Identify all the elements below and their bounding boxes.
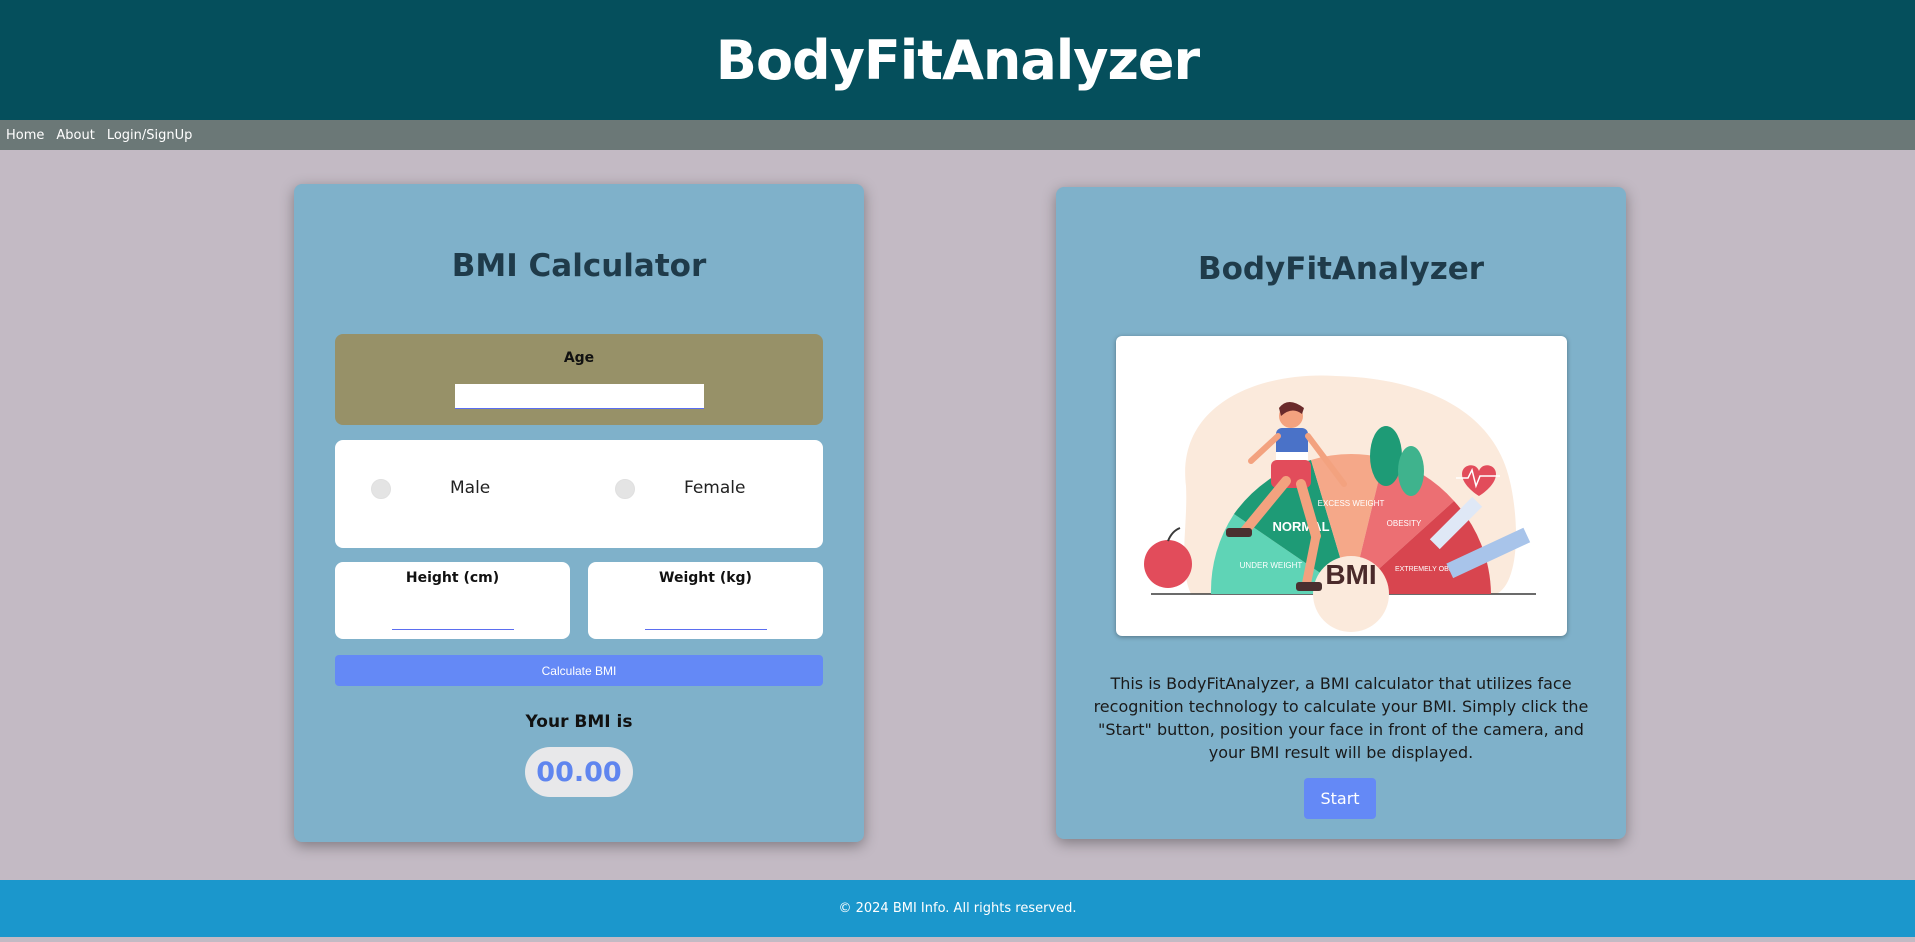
bmi-calculator-card: BMI Calculator Age Male Female Height (c… — [294, 184, 864, 842]
gender-section: Male Female — [335, 440, 823, 548]
analyzer-title: BodyFitAnalyzer — [1197, 251, 1485, 287]
height-label: Height (cm) — [405, 570, 500, 586]
gauge-excess-label: EXCESS WEIGHT — [1318, 499, 1385, 508]
nav-login-signup-link[interactable]: Login/SignUp — [107, 128, 193, 143]
weight-input[interactable] — [645, 612, 767, 630]
bmi-result-label: Your BMI is — [525, 712, 633, 732]
start-button[interactable]: Start — [1304, 778, 1376, 819]
weight-section: Weight (kg) — [588, 562, 823, 639]
bmi-illustration: BMI UNDER WEIGHT NORMAL EXCESS WEIGHT OB… — [1116, 336, 1567, 636]
analyzer-card: BodyFitAnalyzer BMI UNDER WEIGHT NORMAL … — [1056, 187, 1626, 839]
analyzer-description: This is BodyFitAnalyzer, a BMI calculato… — [1093, 674, 1589, 762]
calculate-bmi-button[interactable]: Calculate BMI — [335, 655, 823, 686]
bmi-result-value: 00.00 — [525, 747, 633, 797]
gauge-obesity-label: OBESITY — [1387, 519, 1422, 528]
male-label[interactable]: Male — [450, 478, 490, 498]
svg-text:UNDER WEIGHT: UNDER WEIGHT — [1240, 561, 1303, 570]
calculator-title: BMI Calculator — [451, 248, 707, 284]
gauge-center-label: BMI — [1325, 559, 1376, 590]
nav-about-link[interactable]: About — [56, 128, 94, 143]
weight-label: Weight (kg) — [659, 570, 752, 586]
height-section: Height (cm) — [335, 562, 570, 639]
female-label[interactable]: Female — [684, 478, 745, 498]
bottom-strip — [0, 937, 1915, 942]
age-label: Age — [563, 350, 595, 366]
site-header: BodyFitAnalyzer — [0, 0, 1915, 120]
gauge-normal-label: NORMAL — [1272, 519, 1329, 534]
footer-copyright: © 2024 BMI Info. All rights reserved. — [838, 901, 1077, 916]
female-radio[interactable] — [615, 479, 635, 499]
site-footer: © 2024 BMI Info. All rights reserved. — [0, 880, 1915, 937]
bmi-gauge-illustration: BMI UNDER WEIGHT NORMAL EXCESS WEIGHT OB… — [1144, 375, 1536, 632]
age-section: Age — [335, 334, 823, 425]
nav-bar: Home About Login/SignUp — [0, 120, 1915, 150]
site-title: BodyFitAnalyzer — [715, 28, 1200, 92]
height-input[interactable] — [392, 612, 514, 630]
nav-home-link[interactable]: Home — [6, 128, 44, 143]
male-radio[interactable] — [371, 479, 391, 499]
age-input[interactable] — [455, 384, 704, 409]
